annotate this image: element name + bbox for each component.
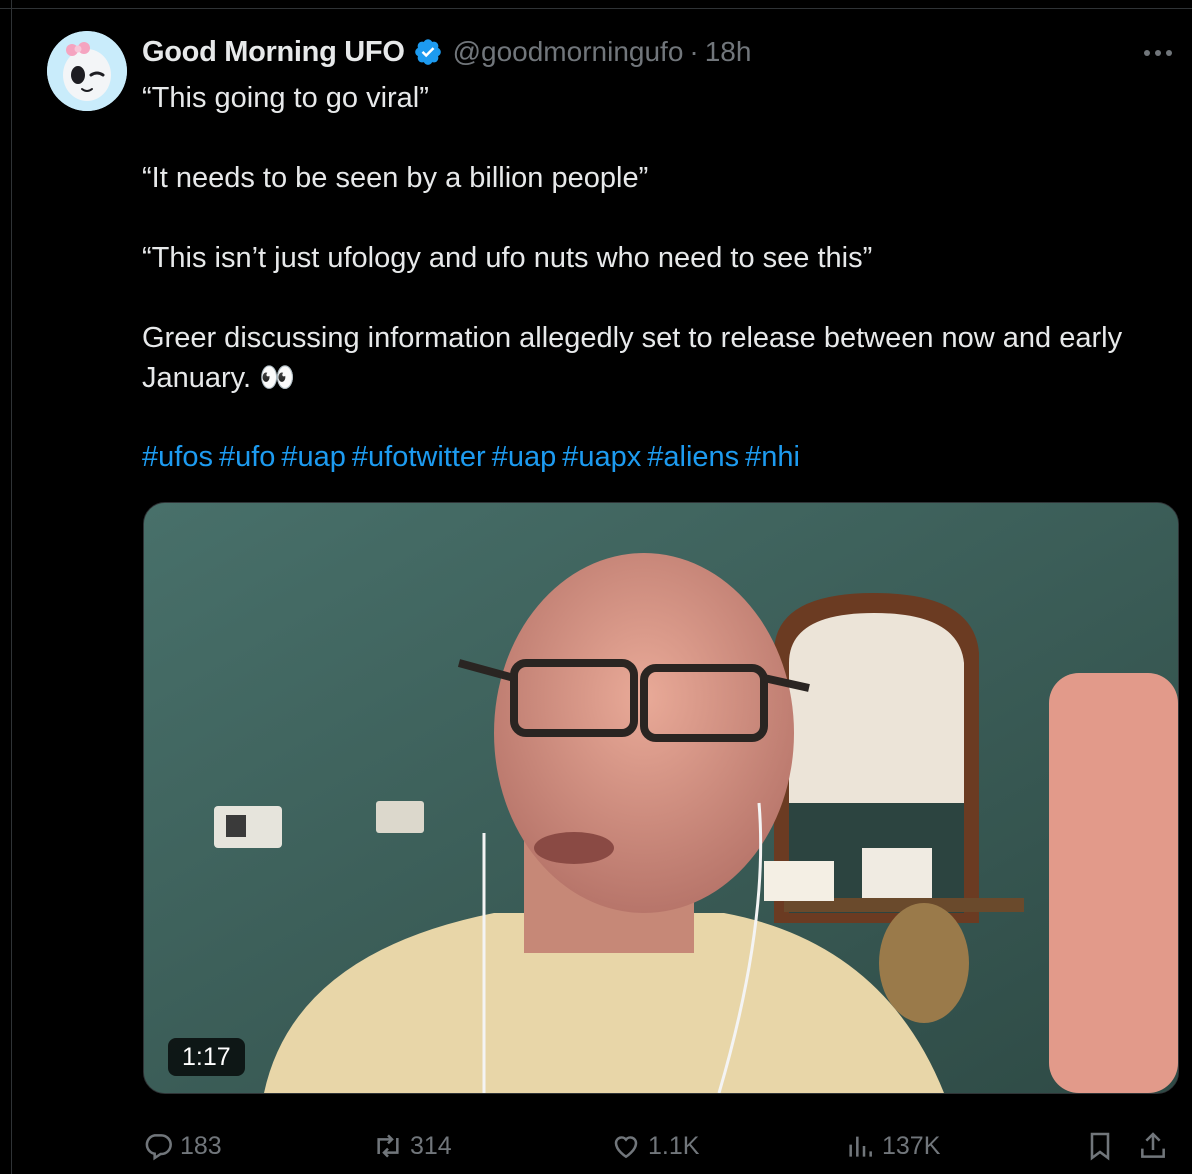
heart-icon	[614, 1136, 638, 1159]
tweet-timestamp[interactable]: 18h	[705, 36, 752, 68]
tweet-text: “This going to go viral” “It needs to be…	[142, 78, 1142, 398]
share-icon	[1141, 1132, 1165, 1158]
verified-badge-icon[interactable]	[413, 37, 443, 67]
views-chart-icon	[849, 1136, 872, 1157]
repost-count: 314	[410, 1131, 452, 1160]
tweet-text-line: “This going to go viral”	[142, 82, 429, 114]
like-button[interactable]: 1.1K	[610, 1124, 699, 1168]
views-button[interactable]: 137K	[844, 1124, 940, 1168]
hashtag-link[interactable]: #uap	[281, 441, 346, 473]
hashtag-link[interactable]: #aliens	[647, 441, 739, 473]
video-player[interactable]	[143, 502, 1179, 1094]
reply-count: 183	[180, 1131, 222, 1160]
video-thumbnail	[144, 503, 1178, 1093]
hashtag-link[interactable]: #ufos	[142, 441, 213, 473]
separator-dot: ·	[689, 36, 699, 67]
action-bar: 183 314 1.1K 137K	[142, 1124, 1182, 1168]
tweet-header: Good Morning UFO @goodmorningufo · 18h	[142, 32, 751, 72]
hashtag-link[interactable]: #uapx	[562, 441, 641, 473]
reply-button[interactable]: 183	[142, 1124, 222, 1168]
repost-button[interactable]: 314	[372, 1124, 452, 1168]
tweet-text-line: “This isn’t just ufology and ufo nuts wh…	[142, 242, 873, 274]
hashtag-link[interactable]: #ufotwitter	[352, 441, 486, 473]
tweet-text-line: Greer discussing information allegedly s…	[142, 322, 1123, 394]
tweet-text-line: “It needs to be seen by a billion people…	[142, 162, 649, 194]
view-count: 137K	[882, 1131, 941, 1160]
more-dots-icon[interactable]	[1138, 38, 1178, 68]
bookmark-icon	[1090, 1132, 1110, 1161]
bookmark-button[interactable]	[1084, 1124, 1122, 1168]
alien-avatar-icon	[47, 31, 127, 111]
hashtag-link[interactable]: #uap	[492, 441, 557, 473]
video-duration: 1:17	[168, 1038, 245, 1076]
hashtag-link[interactable]: #ufo	[219, 441, 275, 473]
hashtag-link[interactable]: #nhi	[745, 441, 800, 473]
repost-icon	[377, 1134, 399, 1158]
author-handle[interactable]: @goodmorningufo	[453, 36, 684, 68]
like-count: 1.1K	[648, 1131, 700, 1160]
display-name[interactable]: Good Morning UFO	[142, 36, 405, 69]
top-divider	[0, 8, 1192, 9]
timeline-border	[11, 0, 12, 1174]
hashtags: #ufos #ufo #uap #ufotwitter #uap #uapx #aliens…	[142, 437, 1142, 477]
avatar[interactable]	[47, 31, 127, 111]
share-button[interactable]	[1137, 1124, 1175, 1168]
reply-icon	[145, 1134, 172, 1161]
